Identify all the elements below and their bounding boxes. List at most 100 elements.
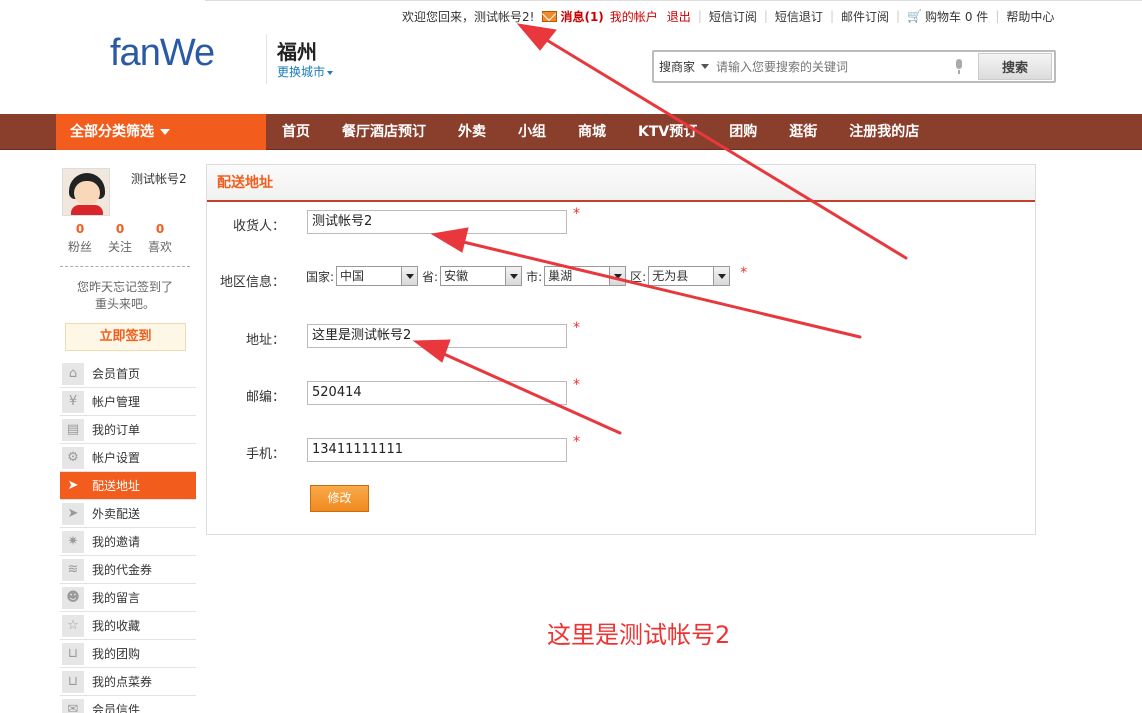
nav-item-ktv[interactable]: KTV预订 <box>622 114 713 150</box>
search-bar: 搜商家 搜索 <box>652 50 1056 83</box>
divider <box>60 266 190 267</box>
mail-icon: ✉ <box>62 698 84 713</box>
search-type-select[interactable]: 搜商家 <box>654 58 716 75</box>
cart-icon[interactable]: 🛒 <box>907 10 922 22</box>
region-row: 地区信息： 国家: 中国 省: 安徽 市: 巢湖 区: 无为县 * <box>207 265 1035 292</box>
sidebar-item[interactable]: ☻ 我的留言 <box>60 584 196 612</box>
header-divider <box>266 34 267 84</box>
logout-link[interactable]: 退出 <box>667 8 691 25</box>
sidebar-item[interactable]: ⚙ 帐户设置 <box>60 444 196 472</box>
sidebar-item[interactable]: ⊔ 我的点菜券 <box>60 668 196 696</box>
avatar[interactable] <box>62 168 110 216</box>
top-bar: 欢迎您回来，测试帐号2! 消息(1) 我的帐户 退出 | 短信订阅 | 短信退订… <box>402 8 1055 25</box>
sidebar-item[interactable]: ➤ 外卖配送 <box>60 500 196 528</box>
chevron-down-icon <box>609 267 626 285</box>
site-logo[interactable]: fanWe <box>110 32 215 75</box>
email-subscribe-link[interactable]: 邮件订阅 <box>841 8 889 25</box>
cart-icon: ⊔ <box>62 670 84 693</box>
country-select[interactable]: 中国 <box>336 266 419 286</box>
nav-item-register-store[interactable]: 注册我的店 <box>833 114 935 150</box>
sms-unsubscribe-link[interactable]: 短信退订 <box>775 8 823 25</box>
address-row: 地址： 这里是测试帐号2 * <box>207 320 1035 350</box>
consignee-label: 收货人： <box>232 219 285 234</box>
city-select[interactable]: 巢湖 <box>544 266 627 286</box>
address-label: 地址： <box>245 333 285 348</box>
sidebar-item-label: 我的代金券 <box>92 563 153 577</box>
sidebar-item[interactable]: ▤ 我的订单 <box>60 416 196 444</box>
chevron-down-icon <box>160 129 170 135</box>
nav-item-restaurant-booking[interactable]: 餐厅酒店预订 <box>326 114 442 150</box>
zip-label: 邮编： <box>245 390 285 405</box>
required-mark: * <box>573 206 580 222</box>
star-icon: ☆ <box>62 614 84 637</box>
sidebar-item[interactable]: ➤ 配送地址 <box>60 472 196 500</box>
consignee-row: 收货人： 测试帐号2 * <box>207 206 1035 236</box>
switch-city-link[interactable]: 更换城市 <box>277 63 334 80</box>
mail-icon[interactable] <box>542 10 558 22</box>
address-input[interactable]: 这里是测试帐号2 <box>307 324 567 348</box>
stat-following[interactable]: 0 关注 <box>100 222 140 255</box>
province-label: 省: <box>422 269 439 284</box>
district-label: 区: <box>630 269 647 284</box>
zip-input[interactable]: 520414 <box>307 381 567 405</box>
required-mark: * <box>573 434 580 450</box>
sidebar-item[interactable]: ⌂ 会员首页 <box>60 360 196 388</box>
mobile-input[interactable]: 13411111111 <box>307 438 567 462</box>
submit-button[interactable]: 修改 <box>310 485 369 512</box>
microphone-icon[interactable] <box>954 58 964 75</box>
stat-fans[interactable]: 0 粉丝 <box>60 222 100 255</box>
sidebar-item-label: 外卖配送 <box>92 507 141 521</box>
nav-item-groups[interactable]: 小组 <box>502 114 562 150</box>
city-label: 市: <box>526 269 543 284</box>
help-center-link[interactable]: 帮助中心 <box>1006 8 1054 25</box>
sms-subscribe-link[interactable]: 短信订阅 <box>709 8 757 25</box>
sidebar-item-label: 我的点菜券 <box>92 675 153 689</box>
nav-item-shopping[interactable]: 逛街 <box>773 114 833 150</box>
required-mark: * <box>740 265 748 281</box>
top-divider <box>205 0 1142 1</box>
my-account-link[interactable]: 我的帐户 <box>610 8 658 25</box>
region-label: 地区信息： <box>219 275 285 290</box>
search-button[interactable]: 搜索 <box>978 53 1052 80</box>
checkin-button[interactable]: 立即签到 <box>65 323 186 351</box>
takeout-icon: ➤ <box>62 502 84 525</box>
nav-item-group-buy[interactable]: 团购 <box>713 114 773 150</box>
coupon-icon: ≋ <box>62 558 84 581</box>
delivery-address-panel: 配送地址 收货人： 测试帐号2 * 地区信息： 国家: 中国 省: 安徽 市: … <box>206 164 1036 535</box>
sidebar-item[interactable]: ✉ 会员信件 <box>60 696 196 713</box>
sidebar-item-label: 我的邀请 <box>92 535 141 549</box>
home-icon: ⌂ <box>62 362 84 385</box>
sidebar-menu: ⌂ 会员首页 ¥ 帐户管理 ▤ 我的订单 ⚙ 帐户设置 ➤ 配送地址 ➤ 外卖配送 ✷ 我的邀请 ≋ 我的代金… <box>60 360 196 713</box>
document-icon: ▤ <box>62 418 84 441</box>
sidebar-item-label: 帐户设置 <box>92 451 141 465</box>
delivery-icon: ➤ <box>62 474 84 497</box>
sidebar-item-label: 我的团购 <box>92 647 141 661</box>
sidebar-item[interactable]: ¥ 帐户管理 <box>60 388 196 416</box>
all-categories-button[interactable]: 全部分类筛选 <box>56 114 266 150</box>
sidebar-item[interactable]: ≋ 我的代金券 <box>60 556 196 584</box>
sidebar-item[interactable]: ✷ 我的邀请 <box>60 528 196 556</box>
messages-link[interactable]: 消息(1) <box>560 8 603 25</box>
sidebar-item[interactable]: ☆ 我的收藏 <box>60 612 196 640</box>
search-input[interactable] <box>716 52 954 81</box>
province-select[interactable]: 安徽 <box>440 266 523 286</box>
arrowhead <box>516 23 557 51</box>
user-name[interactable]: 测试帐号2 <box>131 170 187 187</box>
switch-city-label: 更换城市 <box>277 65 326 79</box>
chevron-down-icon <box>505 267 522 285</box>
nav-item-takeout[interactable]: 外卖 <box>442 114 502 150</box>
cart-link[interactable]: 购物车 0 件 <box>925 8 988 25</box>
mobile-label: 手机： <box>245 447 285 462</box>
checkin-tip: 您昨天忘记签到了 重头来吧。 <box>76 280 173 311</box>
chevron-down-icon <box>701 64 710 69</box>
district-select[interactable]: 无为县 <box>648 266 731 286</box>
nav-item-mall[interactable]: 商城 <box>562 114 622 150</box>
nav-item-home[interactable]: 首页 <box>266 114 326 150</box>
sidebar-item[interactable]: ⊔ 我的团购 <box>60 640 196 668</box>
country-label: 国家: <box>306 269 335 284</box>
all-categories-label: 全部分类筛选 <box>70 124 154 140</box>
cart-icon: ⊔ <box>62 642 84 665</box>
stat-likes[interactable]: 0 喜欢 <box>140 222 180 255</box>
sidebar-item-label: 我的留言 <box>92 591 141 605</box>
consignee-input[interactable]: 测试帐号2 <box>307 210 567 234</box>
